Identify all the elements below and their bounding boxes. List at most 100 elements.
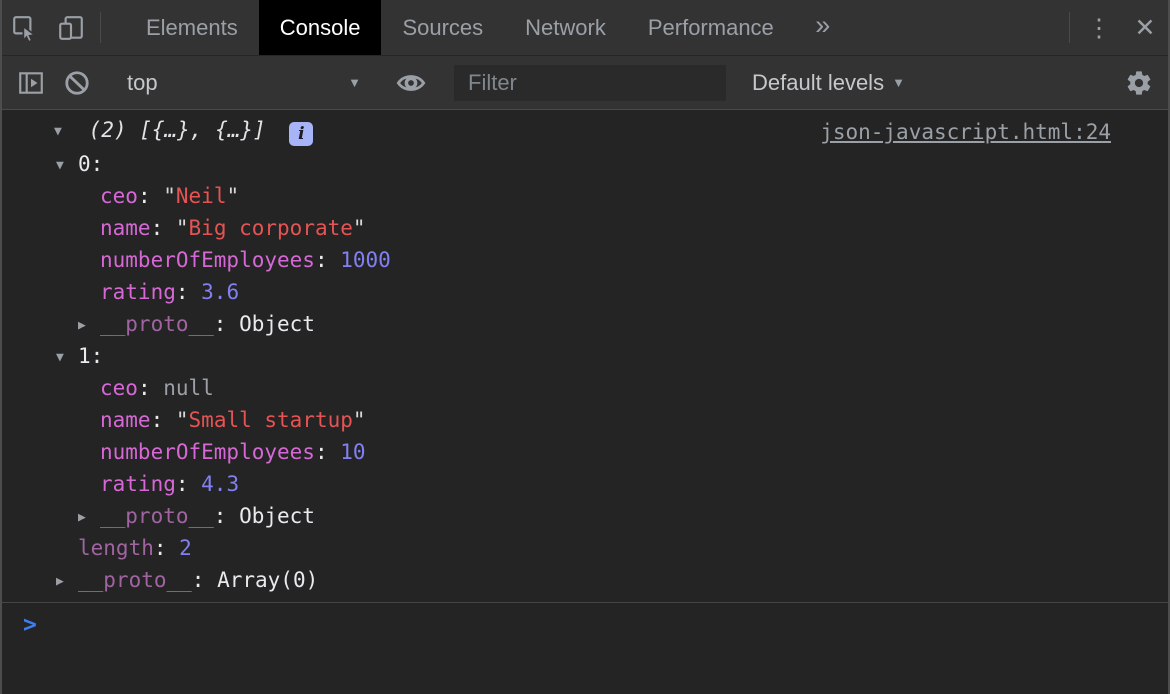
token-prop: numberOfEmployees xyxy=(100,248,315,272)
token-prop: name xyxy=(100,408,151,432)
token-num: 10 xyxy=(340,440,365,464)
tree-expander-placeholder xyxy=(78,406,100,438)
tree-row: numberOfEmployees: 1000 xyxy=(2,244,1168,276)
token-prop: ceo xyxy=(100,184,138,208)
prompt-chevron-icon: > xyxy=(23,612,37,638)
token-quote: " xyxy=(163,184,176,208)
tree-expander-icon[interactable]: ▼ xyxy=(54,124,76,139)
token-prop: rating xyxy=(100,280,176,304)
tree-expander-icon[interactable]: ▶ xyxy=(56,566,78,598)
token-quote: " xyxy=(176,216,189,240)
token-quote: " xyxy=(176,408,189,432)
console-tree: ▼0: ceo: "Neil" name: "Big corporate" nu… xyxy=(2,148,1168,596)
tab-sources[interactable]: Sources xyxy=(381,0,504,55)
close-devtools-button[interactable]: ✕ xyxy=(1122,0,1168,55)
array-preview[interactable]: (2) [{…}, {…}] xyxy=(89,118,266,142)
token-punct: : xyxy=(315,248,340,272)
devtools-window: { "window": { "more_tabs_label": "»", "m… xyxy=(0,0,1170,694)
token-quote: " xyxy=(226,184,239,208)
message-content: ▼ (2) [{…}, {…}] i xyxy=(54,118,313,146)
token-punct: : xyxy=(176,472,201,496)
tree-row: rating: 3.6 xyxy=(2,276,1168,308)
live-expression-button[interactable] xyxy=(388,56,434,109)
token-null: null xyxy=(163,376,214,400)
tab-strip: ElementsConsoleSourcesNetworkPerformance xyxy=(125,0,795,55)
tab-console[interactable]: Console xyxy=(259,0,382,55)
tab-elements[interactable]: Elements xyxy=(125,0,259,55)
console-message: ▼ (2) [{…}, {…}] i json-javascript.html:… xyxy=(2,110,1168,148)
separator xyxy=(100,12,101,43)
tree-expander-icon[interactable]: ▶ xyxy=(78,310,100,342)
token-dim: __proto__ xyxy=(100,312,214,336)
device-toolbar-button[interactable] xyxy=(48,0,94,55)
clear-console-button[interactable] xyxy=(54,56,100,109)
console-sidebar-toggle-button[interactable] xyxy=(8,56,54,109)
token-dim: __proto__ xyxy=(100,504,214,528)
token-num: 4.3 xyxy=(201,472,239,496)
tree-row: numberOfEmployees: 10 xyxy=(2,436,1168,468)
inspect-element-button[interactable] xyxy=(2,0,48,55)
token-obj: Object xyxy=(239,312,315,336)
tree-expander-icon[interactable]: ▼ xyxy=(56,150,78,182)
tree-row: length: 2 xyxy=(2,532,1168,564)
tree-row: ceo: null xyxy=(2,372,1168,404)
token-dim: length xyxy=(78,536,154,560)
token-prop: rating xyxy=(100,472,176,496)
filter-input[interactable] xyxy=(454,65,726,101)
tree-expander-placeholder xyxy=(78,278,100,310)
tree-row: ceo: "Neil" xyxy=(2,180,1168,212)
more-tabs-button[interactable]: » xyxy=(795,0,851,55)
tree-expander-placeholder xyxy=(78,182,100,214)
tree-expander-placeholder xyxy=(78,246,100,278)
token-punct: : xyxy=(214,504,239,528)
token-punct: : xyxy=(315,440,340,464)
token-str: Big corporate xyxy=(189,216,353,240)
inspect-cursor-icon xyxy=(11,14,39,42)
tab-network[interactable]: Network xyxy=(504,0,627,55)
token-num: 3.6 xyxy=(201,280,239,304)
token-punct: : xyxy=(214,312,239,336)
tab-performance[interactable]: Performance xyxy=(627,0,795,55)
token-obj: Object xyxy=(239,504,315,528)
tree-row: name: "Big corporate" xyxy=(2,212,1168,244)
tree-row[interactable]: ▼1: xyxy=(2,340,1168,372)
token-prop: ceo xyxy=(100,376,138,400)
token-num: 2 xyxy=(179,536,192,560)
token-prop: numberOfEmployees xyxy=(100,440,315,464)
console-output: ▼ (2) [{…}, {…}] i json-javascript.html:… xyxy=(2,110,1168,602)
tree-expander-placeholder xyxy=(56,534,78,566)
tree-row[interactable]: ▶__proto__: Object xyxy=(2,500,1168,532)
token-index: 1 xyxy=(78,344,91,368)
token-dim: __proto__ xyxy=(78,568,192,592)
gear-icon xyxy=(1125,69,1153,97)
tree-row: name: "Small startup" xyxy=(2,404,1168,436)
tree-expander-placeholder xyxy=(78,470,100,502)
log-levels-dropdown[interactable]: Default levels ▼ xyxy=(742,70,915,96)
token-obj: Array(0) xyxy=(217,568,318,592)
tree-row[interactable]: ▼0: xyxy=(2,148,1168,180)
tabbar-spacer xyxy=(851,0,1063,55)
token-quote: " xyxy=(353,408,366,432)
info-badge-icon[interactable]: i xyxy=(289,122,313,146)
source-link[interactable]: json-javascript.html:24 xyxy=(820,120,1111,144)
token-punct: : xyxy=(176,280,201,304)
devtools-menu-button[interactable]: ⋮ xyxy=(1076,0,1122,55)
block-icon xyxy=(63,69,91,97)
tree-row[interactable]: ▶__proto__: Object xyxy=(2,308,1168,340)
tree-expander-icon[interactable]: ▶ xyxy=(78,502,100,534)
settings-button[interactable] xyxy=(1116,56,1162,109)
console-prompt[interactable]: > xyxy=(2,602,1168,694)
log-levels-label: Default levels xyxy=(752,70,884,96)
token-str: Small startup xyxy=(189,408,353,432)
token-punct: : xyxy=(91,344,116,368)
token-punct: : xyxy=(154,536,179,560)
token-punct: : xyxy=(151,216,176,240)
token-punct: : xyxy=(192,568,217,592)
tree-row[interactable]: ▶__proto__: Array(0) xyxy=(2,564,1168,596)
tree-expander-icon[interactable]: ▼ xyxy=(56,342,78,374)
context-selector-value: top xyxy=(127,70,340,96)
context-selector[interactable]: top ▼ xyxy=(113,56,375,109)
token-num: 1000 xyxy=(340,248,391,272)
tree-expander-placeholder xyxy=(78,374,100,406)
token-index: 0 xyxy=(78,152,91,176)
